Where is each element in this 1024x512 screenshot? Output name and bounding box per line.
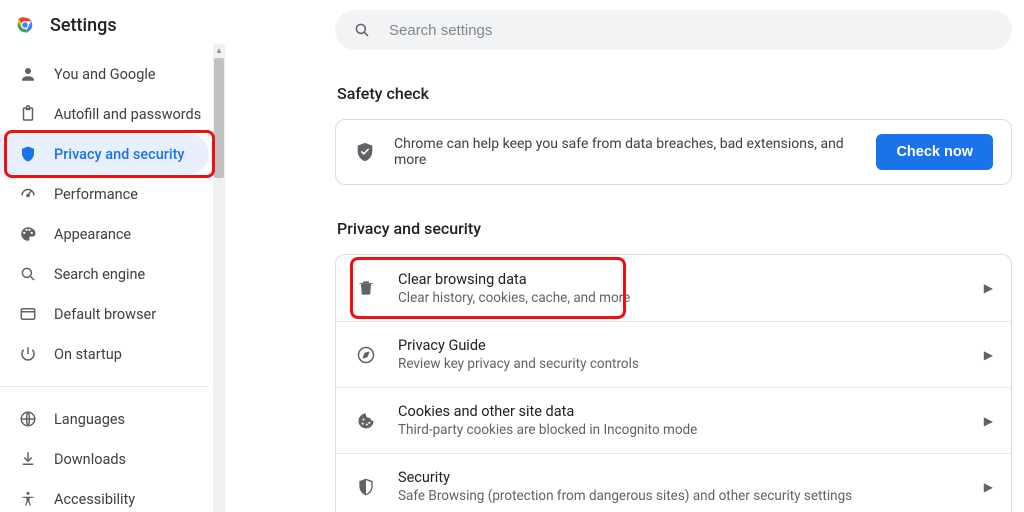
trash-icon	[354, 276, 378, 300]
sidebar-item-appearance[interactable]: Appearance	[0, 214, 209, 254]
row-sub: Safe Browsing (protection from dangerous…	[398, 488, 976, 504]
sidebar-item-label: On startup	[54, 346, 122, 363]
sidebar-scrollbar[interactable]: ▴	[213, 44, 225, 512]
search-icon	[18, 264, 38, 284]
row-title: Clear browsing data	[398, 271, 976, 288]
chrome-logo-icon	[14, 14, 36, 36]
main-content: Safety check Chrome can help keep you sa…	[225, 0, 1024, 512]
app-root: Settings ▴ You and Google Autofill and p…	[0, 0, 1024, 512]
sidebar-item-label: Privacy and security	[54, 146, 185, 163]
scrollbar-up-icon[interactable]: ▴	[213, 44, 225, 58]
sidebar-item-default-browser[interactable]: Default browser	[0, 294, 209, 334]
sidebar-item-privacy-security[interactable]: Privacy and security	[0, 134, 209, 174]
chevron-right-icon: ▶	[984, 414, 993, 428]
search-bar[interactable]	[335, 10, 1012, 50]
sidebar: Settings ▴ You and Google Autofill and p…	[0, 0, 225, 512]
sidebar-item-performance[interactable]: Performance	[0, 174, 209, 214]
settings-title: Settings	[50, 15, 117, 36]
cookie-icon	[354, 409, 378, 433]
sidebar-item-languages[interactable]: Languages	[0, 399, 209, 439]
row-body: Clear browsing data Clear history, cooki…	[398, 271, 976, 306]
sidebar-item-label: Downloads	[54, 451, 126, 468]
sidebar-item-label: Accessibility	[54, 491, 135, 508]
row-security[interactable]: Security Safe Browsing (protection from …	[336, 453, 1011, 512]
sidebar-item-downloads[interactable]: Downloads	[0, 439, 209, 479]
search-icon	[353, 21, 371, 39]
row-cookies[interactable]: Cookies and other site data Third-party …	[336, 387, 1011, 453]
sidebar-item-you-and-google[interactable]: You and Google	[0, 54, 209, 94]
globe-icon	[18, 409, 38, 429]
privacy-list-card: Clear browsing data Clear history, cooki…	[335, 254, 1012, 512]
safety-check-card: Chrome can help keep you safe from data …	[335, 119, 1012, 185]
sidebar-item-label: Languages	[54, 411, 125, 428]
sidebar-item-label: Appearance	[54, 226, 131, 243]
shield-check-icon	[354, 141, 376, 163]
sidebar-item-label: Default browser	[54, 306, 156, 323]
sidebar-separator	[0, 386, 209, 387]
check-now-button[interactable]: Check now	[876, 134, 993, 170]
sidebar-nav: You and Google Autofill and passwords Pr…	[0, 50, 225, 512]
person-icon	[18, 64, 38, 84]
safety-check-message: Chrome can help keep you safe from data …	[394, 136, 858, 168]
search-input[interactable]	[387, 21, 994, 40]
accessibility-icon	[18, 489, 38, 509]
row-title: Security	[398, 469, 976, 486]
safety-check-heading: Safety check	[337, 84, 1012, 103]
sidebar-item-search-engine[interactable]: Search engine	[0, 254, 209, 294]
shield-half-icon	[354, 475, 378, 499]
row-clear-browsing-data[interactable]: Clear browsing data Clear history, cooki…	[336, 255, 1011, 321]
sidebar-item-label: Performance	[54, 186, 138, 203]
row-body: Cookies and other site data Third-party …	[398, 403, 976, 438]
privacy-heading: Privacy and security	[337, 219, 1012, 238]
row-sub: Review key privacy and security controls	[398, 356, 976, 372]
sidebar-header: Settings	[0, 8, 225, 50]
palette-icon	[18, 224, 38, 244]
sidebar-item-on-startup[interactable]: On startup	[0, 334, 209, 374]
shield-icon	[18, 144, 38, 164]
chevron-right-icon: ▶	[984, 480, 993, 494]
chevron-right-icon: ▶	[984, 348, 993, 362]
download-icon	[18, 449, 38, 469]
speedometer-icon	[18, 184, 38, 204]
power-icon	[18, 344, 38, 364]
row-body: Privacy Guide Review key privacy and sec…	[398, 337, 976, 372]
row-sub: Third-party cookies are blocked in Incog…	[398, 422, 976, 438]
clipboard-icon	[18, 104, 38, 124]
compass-icon	[354, 343, 378, 367]
browser-icon	[18, 304, 38, 324]
row-body: Security Safe Browsing (protection from …	[398, 469, 976, 504]
chevron-right-icon: ▶	[984, 281, 993, 295]
row-sub: Clear history, cookies, cache, and more	[398, 290, 976, 306]
row-title: Privacy Guide	[398, 337, 976, 354]
row-title: Cookies and other site data	[398, 403, 976, 420]
row-privacy-guide[interactable]: Privacy Guide Review key privacy and sec…	[336, 321, 1011, 387]
sidebar-item-accessibility[interactable]: Accessibility	[0, 479, 209, 512]
sidebar-item-label: Autofill and passwords	[54, 106, 201, 123]
scrollbar-thumb[interactable]	[214, 58, 224, 178]
sidebar-item-autofill[interactable]: Autofill and passwords	[0, 94, 209, 134]
sidebar-item-label: Search engine	[54, 266, 145, 283]
sidebar-item-label: You and Google	[54, 66, 156, 83]
